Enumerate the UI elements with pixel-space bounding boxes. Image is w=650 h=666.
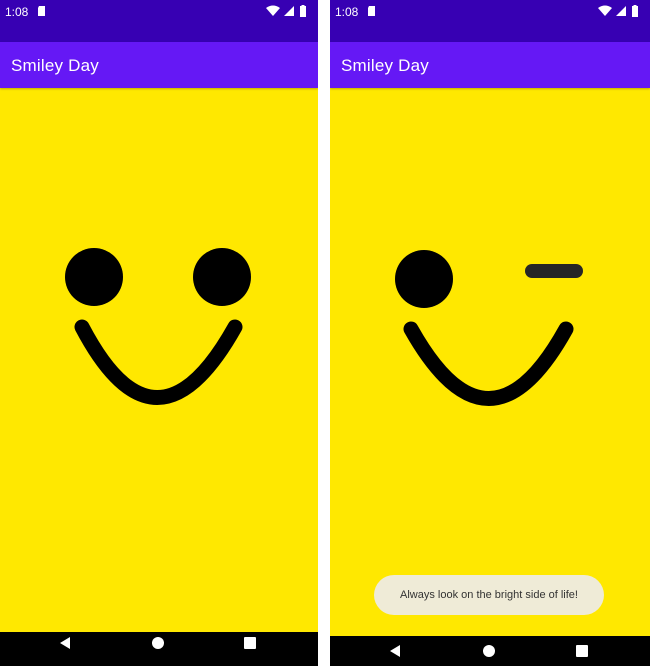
winking-face	[330, 88, 650, 632]
cellular-signal-icon	[284, 6, 294, 16]
toast-message: Always look on the bright side of life!	[374, 575, 604, 615]
phone-screen-smile: 1:08 Smiley Day	[0, 0, 318, 666]
navigation-bar	[330, 636, 650, 666]
back-icon[interactable]	[54, 632, 76, 654]
left-eye	[395, 250, 453, 308]
navigation-bar	[0, 632, 318, 666]
right-eye	[193, 248, 251, 306]
smile-mouth	[74, 319, 243, 405]
recents-icon[interactable]	[571, 640, 593, 662]
battery-icon	[632, 5, 638, 17]
app-bar: Smiley Day	[330, 42, 650, 88]
smiley-face	[0, 88, 318, 632]
home-icon[interactable]	[478, 640, 500, 662]
status-icons	[266, 5, 306, 17]
app-bar: Smiley Day	[0, 42, 318, 88]
right-eye-wink	[525, 264, 583, 278]
phone-screen-wink: 1:08 Smiley Day	[330, 0, 650, 666]
smile-mouth	[403, 321, 574, 406]
status-time: 1:08	[5, 5, 29, 19]
wifi-icon	[266, 5, 280, 16]
back-icon[interactable]	[384, 640, 406, 662]
status-icons	[598, 5, 638, 17]
status-bar: 1:08	[330, 0, 650, 42]
cellular-signal-icon	[616, 6, 626, 16]
wifi-icon	[598, 5, 612, 16]
status-time: 1:08	[335, 5, 359, 19]
battery-icon	[300, 5, 306, 17]
sd-card-icon	[368, 6, 375, 16]
home-icon[interactable]	[147, 632, 169, 654]
status-bar: 1:08	[0, 0, 318, 42]
app-title: Smiley Day	[341, 56, 429, 75]
sd-card-icon	[38, 6, 45, 16]
app-title: Smiley Day	[11, 56, 99, 75]
left-eye	[65, 248, 123, 306]
recents-icon[interactable]	[239, 632, 261, 654]
